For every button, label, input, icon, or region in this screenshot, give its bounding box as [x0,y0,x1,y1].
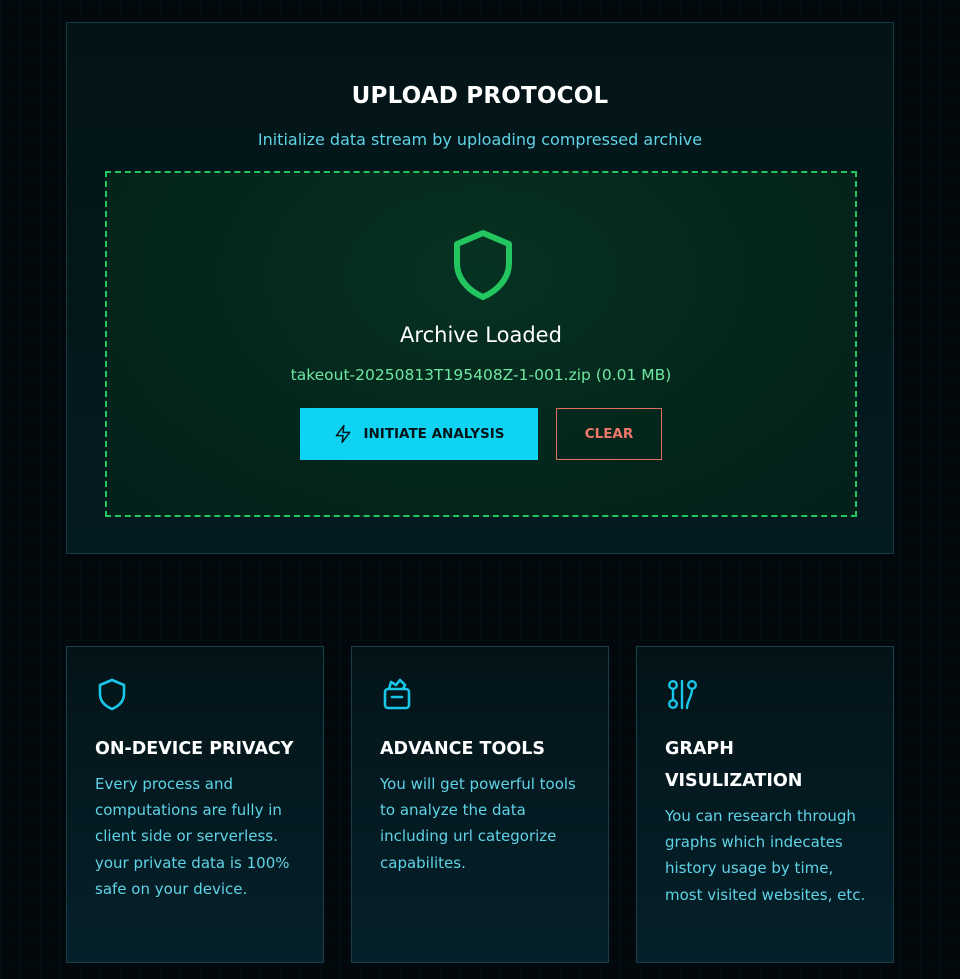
shield-icon [98,678,126,711]
feature-text: Every process and computations are fully… [95,775,290,898]
feature-title: ADVANCE TOOLS [380,739,545,759]
file-info: takeout-20250813T195408Z-1-001.zip (0.01… [290,366,672,384]
initiate-analysis-label: INITIATE ANALYSIS [363,426,505,442]
upload-title: UPLOAD PROTOCOL [351,83,609,109]
dropzone[interactable]: Archive Loaded takeout-20250813T195408Z-… [105,171,857,517]
upload-subtitle: Initialize data stream by uploading comp… [257,130,703,149]
shield-icon [454,230,512,300]
toolbox-icon [383,678,411,710]
feature-card-privacy: ON-DEVICE PRIVACY Every process and comp… [66,646,324,963]
lightning-icon [336,424,351,444]
graph-icon [667,679,698,710]
archive-status: Archive Loaded [400,323,562,347]
initiate-analysis-button[interactable]: INITIATE ANALYSIS [300,408,538,460]
feature-title: GRAPH VISULIZATION [665,739,803,791]
feature-card-graph: GRAPH VISULIZATION You can research thro… [636,646,894,963]
feature-title: ON-DEVICE PRIVACY [95,739,294,759]
clear-label: CLEAR [584,426,634,442]
upload-panel: UPLOAD PROTOCOL Initialize data stream b… [66,22,894,554]
feature-card-tools: ADVANCE TOOLS You will get powerful tool… [351,646,609,963]
feature-text: You can research through graphs which in… [665,807,866,904]
feature-text: You will get powerful tools to analyze t… [380,775,576,872]
clear-button[interactable]: CLEAR [556,408,662,460]
